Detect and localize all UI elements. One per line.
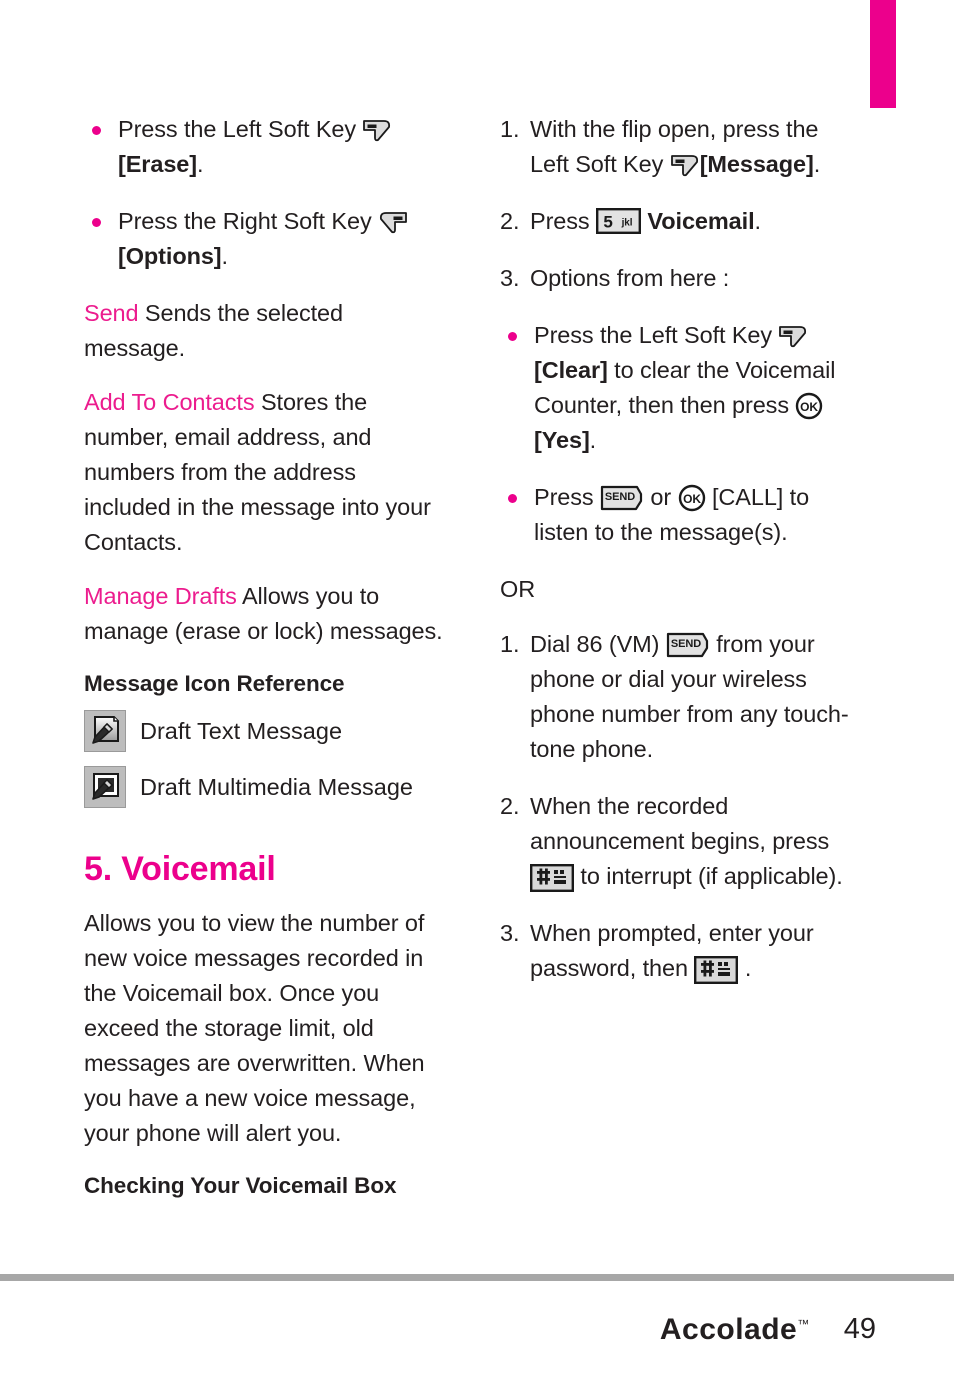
step-marker: 1. bbox=[500, 116, 520, 142]
step-text-end: to interrupt (if applicable). bbox=[574, 863, 843, 889]
definition-send: Send Sends the selected message. bbox=[84, 296, 444, 366]
step-2-press-5-voicemail: 2. Press 5 jkl Voicemail. bbox=[500, 204, 860, 239]
step-marker: 3. bbox=[500, 265, 520, 291]
bullet-text-end: . bbox=[196, 151, 204, 177]
definition-add-to-contacts: Add To Contacts Stores the number, email… bbox=[84, 385, 444, 560]
trademark-symbol: ™ bbox=[797, 1316, 810, 1331]
step-1-flip-open: 1. With the flip open, press the Left So… bbox=[500, 112, 860, 182]
key-5-jkl-icon: 5 jkl bbox=[596, 208, 641, 234]
bullet-text-mid: or bbox=[644, 484, 678, 510]
right-soft-key-icon bbox=[378, 211, 408, 235]
step-bold-label: [Message] bbox=[699, 151, 814, 177]
message-icon-reference-heading: Message Icon Reference bbox=[84, 671, 345, 696]
svg-text:OK: OK bbox=[683, 492, 701, 506]
icon-reference-label: Draft Multimedia Message bbox=[140, 774, 413, 800]
bullet-text-end: . bbox=[221, 243, 229, 269]
bullet-text: Press bbox=[534, 484, 600, 510]
step-text: Options from here : bbox=[530, 265, 730, 291]
bullet-press-right-soft-key-options: Press the Right Soft Key [Options]. bbox=[84, 204, 444, 274]
bullet-dot-icon bbox=[92, 126, 101, 135]
bullet-text: Press the Left Soft Key bbox=[534, 322, 779, 348]
or-separator-label: OR bbox=[500, 576, 536, 602]
bullet-dot-icon bbox=[508, 332, 517, 341]
icon-reference-row-draft-text: Draft Text Message bbox=[84, 710, 444, 752]
svg-text:OK: OK bbox=[801, 400, 819, 414]
page-number: 49 bbox=[843, 1313, 876, 1345]
brand-label: Accolade bbox=[659, 1312, 798, 1346]
section-body-voicemail: Allows you to view the number of new voi… bbox=[84, 910, 425, 1146]
step-marker: 3. bbox=[500, 920, 520, 946]
bullet-bold-label: [Options] bbox=[118, 243, 222, 269]
draft-text-message-icon bbox=[84, 710, 126, 752]
left-column: Press the Left Soft Key [Erase]. Press t… bbox=[84, 112, 444, 1212]
two-column-layout: Press the Left Soft Key [Erase]. Press t… bbox=[84, 112, 896, 1212]
step-text: Press bbox=[530, 208, 596, 234]
bullet-press-left-soft-key-erase: Press the Left Soft Key [Erase]. bbox=[84, 112, 444, 182]
right-column: 1. With the flip open, press the Left So… bbox=[500, 112, 860, 1008]
ok-key-icon: OK bbox=[795, 392, 823, 420]
send-key-icon: SEND bbox=[666, 632, 710, 658]
bullet-dot-icon bbox=[92, 218, 101, 227]
bullet-bold-label: [Erase] bbox=[118, 151, 197, 177]
step-bold-label: Voicemail bbox=[641, 208, 755, 234]
step-3-enter-password: 3. When prompted, enter your password, t… bbox=[500, 916, 860, 986]
svg-text:SEND: SEND bbox=[605, 491, 635, 503]
bullet-bold-label-yes: [Yes] bbox=[534, 427, 590, 453]
page-footer: Accolade™ 49 bbox=[0, 1285, 954, 1374]
step-1-dial-86-vm: 1. Dial 86 (VM) SEND from your phone or … bbox=[500, 627, 860, 767]
bullet-text: Press the Right Soft Key bbox=[118, 208, 379, 234]
step-marker: 1. bbox=[500, 631, 520, 657]
bullet-text-end: . bbox=[589, 427, 597, 453]
bullet-bold-label-clear: [Clear] bbox=[534, 357, 608, 383]
bullet-press-left-soft-key-clear: Press the Left Soft Key [Clear] to clear… bbox=[500, 318, 860, 458]
bullet-dot-icon bbox=[508, 494, 517, 503]
step-text: Dial 86 (VM) bbox=[530, 631, 666, 657]
ok-key-icon: OK bbox=[678, 484, 706, 512]
definition-term: Add To Contacts bbox=[84, 389, 255, 415]
step-text: When the recorded announcement begins, p… bbox=[530, 793, 830, 854]
svg-text:jkl: jkl bbox=[621, 218, 633, 229]
section-heading-voicemail: 5. Voicemail bbox=[84, 850, 276, 888]
step-text-end: . bbox=[813, 151, 821, 177]
step-2-announcement-interrupt: 2. When the recorded announcement begins… bbox=[500, 789, 860, 894]
step-text: When prompted, enter your password, then bbox=[530, 920, 814, 981]
draft-multimedia-message-icon bbox=[84, 766, 126, 808]
definition-manage-drafts: Manage Drafts Allows you to manage (eras… bbox=[84, 579, 444, 649]
step-marker: 2. bbox=[500, 793, 520, 819]
footer-divider bbox=[0, 1274, 954, 1281]
send-key-icon: SEND bbox=[600, 485, 644, 511]
icon-reference-label: Draft Text Message bbox=[140, 718, 343, 744]
bullet-text: Press the Left Soft Key bbox=[118, 116, 363, 142]
left-soft-key-icon bbox=[362, 119, 392, 143]
definition-term: Manage Drafts bbox=[84, 583, 237, 609]
svg-text:SEND: SEND bbox=[671, 638, 701, 650]
left-soft-key-icon bbox=[778, 325, 808, 349]
icon-reference-row-draft-multimedia: Draft Multimedia Message bbox=[84, 766, 444, 808]
subheading-checking-voicemail-box: Checking Your Voicemail Box bbox=[84, 1173, 397, 1198]
brand-name: Accolade™ bbox=[660, 1313, 810, 1347]
manual-page: Press the Left Soft Key [Erase]. Press t… bbox=[0, 0, 954, 1260]
step-text-end: . bbox=[754, 208, 762, 234]
left-soft-key-icon bbox=[670, 154, 700, 178]
step-text-end: . bbox=[738, 955, 752, 981]
hash-space-key-icon bbox=[694, 956, 739, 984]
hash-space-key-icon bbox=[530, 864, 574, 892]
definition-term: Send bbox=[84, 300, 139, 326]
step-marker: 2. bbox=[500, 208, 520, 234]
step-3-options-from-here: 3. Options from here : bbox=[500, 261, 860, 296]
bullet-press-send-or-ok-call: Press SEND or OK [CALL] to listen to the… bbox=[500, 480, 860, 550]
svg-text:5: 5 bbox=[603, 213, 612, 232]
